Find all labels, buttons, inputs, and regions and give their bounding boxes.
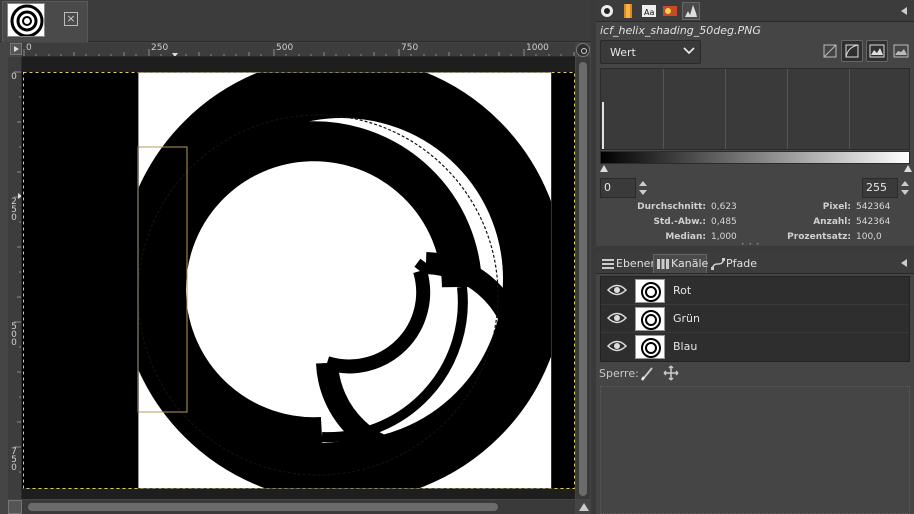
range-max-stepper[interactable] bbox=[899, 178, 911, 198]
tab-channels-label: Kanäle bbox=[671, 257, 709, 270]
stat-value-stddev: 0,485 bbox=[711, 217, 737, 227]
histogram-log-scale-icon[interactable] bbox=[890, 40, 912, 62]
ruler-menu-button[interactable] bbox=[10, 43, 22, 55]
histogram-gridline bbox=[849, 69, 850, 149]
histogram-linear-scale-icon[interactable] bbox=[866, 40, 888, 62]
paths-icon bbox=[711, 258, 725, 270]
channel-select-value: Wert bbox=[610, 46, 636, 59]
stat-value-pixels: 542364 bbox=[856, 202, 891, 212]
quick-mask-toggle[interactable] bbox=[8, 500, 22, 514]
vertical-scroll-thumb[interactable] bbox=[579, 62, 587, 496]
tab-paths-label: Pfade bbox=[726, 257, 757, 270]
tab-layers-label: Ebenen bbox=[616, 257, 658, 270]
stat-label-percentile: Prozentsatz: bbox=[787, 232, 851, 242]
stat-value-count: 542364 bbox=[856, 217, 891, 227]
channels-icon bbox=[657, 259, 669, 269]
channels-list: Rot Grün Blau bbox=[600, 276, 910, 362]
spiral-image bbox=[22, 72, 575, 489]
stat-label-count: Anzahl: bbox=[813, 217, 851, 227]
vruler-label-0: 0 bbox=[11, 72, 17, 82]
spiral-image-thumbnail[interactable] bbox=[7, 3, 45, 37]
histogram-tab[interactable] bbox=[598, 2, 616, 20]
hruler-label-250: 250 bbox=[151, 43, 169, 53]
range-start-handle[interactable] bbox=[600, 165, 608, 172]
dock-menu-icon[interactable] bbox=[898, 4, 912, 18]
channel-row-green[interactable]: Grün bbox=[601, 305, 909, 333]
palette-tab[interactable] bbox=[619, 2, 637, 20]
move-lock-icon[interactable] bbox=[663, 365, 679, 381]
vruler-label-500: 500 bbox=[11, 322, 17, 348]
zoom-image-icon[interactable] bbox=[578, 500, 590, 514]
stat-value-mean: 0,623 bbox=[711, 202, 737, 212]
tab-layers[interactable]: Ebenen bbox=[598, 254, 657, 273]
vruler-label-250: 250 bbox=[11, 197, 17, 223]
channel-row-blue[interactable]: Blau bbox=[601, 333, 909, 361]
stat-label-mean: Durchschnitt: bbox=[637, 202, 706, 212]
dock2-tab-bar: Ebenen Kanäle Pfade bbox=[596, 252, 914, 274]
image-tab-strip bbox=[0, 0, 594, 42]
histogram-graph-tab[interactable] bbox=[682, 2, 700, 20]
range-min-input[interactable]: 0 bbox=[600, 178, 636, 198]
channel-row-red[interactable]: Rot bbox=[601, 277, 909, 305]
brush-lock-icon[interactable] bbox=[640, 365, 656, 381]
range-max-input[interactable]: 255 bbox=[862, 178, 898, 198]
channel-thumbnail bbox=[635, 307, 665, 331]
channel-thumbnail bbox=[635, 335, 665, 359]
horizontal-ruler[interactable]: 0 250 500 750 1000 bbox=[22, 43, 575, 57]
tab-channels[interactable]: Kanäle bbox=[653, 254, 709, 273]
hruler-label-1000: 1000 bbox=[526, 43, 549, 53]
histogram-graph[interactable] bbox=[600, 68, 910, 150]
log-histogram-icon[interactable] bbox=[841, 40, 863, 62]
tab-paths[interactable]: Pfade bbox=[708, 254, 757, 273]
hruler-label-500: 500 bbox=[276, 43, 294, 53]
lock-label: Sperre: bbox=[599, 367, 639, 380]
layers-icon bbox=[602, 259, 614, 269]
channel-thumbnail bbox=[635, 279, 665, 303]
eye-icon[interactable] bbox=[607, 339, 627, 353]
histogram-gridline bbox=[787, 69, 788, 149]
channel-name: Blau bbox=[673, 340, 698, 353]
navigate-icon[interactable] bbox=[576, 43, 590, 57]
close-icon[interactable]: × bbox=[64, 12, 78, 26]
histogram-gridline bbox=[663, 69, 664, 149]
brushes-tab[interactable] bbox=[661, 2, 679, 20]
histogram-gridline bbox=[725, 69, 726, 149]
linear-histogram-icon[interactable] bbox=[819, 40, 841, 62]
stat-label-stddev: Std.-Abw.: bbox=[653, 217, 706, 227]
vruler-label-750: 750 bbox=[11, 447, 17, 473]
hruler-label-0: 0 bbox=[26, 43, 32, 53]
stat-label-median: Median: bbox=[665, 232, 706, 242]
histogram-bar bbox=[602, 102, 604, 149]
chevron-down-icon bbox=[683, 47, 695, 55]
value-gradient-bar bbox=[600, 151, 910, 164]
dock1-tab-bar: Aa bbox=[596, 0, 914, 22]
channel-name: Rot bbox=[673, 284, 692, 297]
eye-icon[interactable] bbox=[607, 283, 627, 297]
range-end-handle[interactable] bbox=[904, 165, 912, 172]
horizontal-scroll-thumb[interactable] bbox=[28, 503, 498, 511]
fonts-tab[interactable]: Aa bbox=[640, 2, 658, 20]
stat-value-median: 1,000 bbox=[711, 232, 737, 242]
range-min-stepper[interactable] bbox=[637, 178, 649, 198]
svg-text:Aa: Aa bbox=[644, 8, 654, 17]
vertical-ruler[interactable]: 0 250 500 750 bbox=[8, 57, 22, 499]
hruler-label-750: 750 bbox=[401, 43, 419, 53]
eye-icon[interactable] bbox=[607, 311, 627, 325]
dock-menu-icon[interactable] bbox=[898, 256, 912, 270]
image-canvas[interactable] bbox=[22, 57, 575, 499]
stat-label-pixels: Pixel: bbox=[822, 202, 851, 212]
histogram-image-title: icf_helix_shading_50deg.PNG bbox=[600, 24, 761, 37]
channels-empty-area bbox=[600, 386, 910, 514]
stat-value-percentile: 100,0 bbox=[856, 232, 882, 242]
channel-name: Grün bbox=[673, 312, 700, 325]
